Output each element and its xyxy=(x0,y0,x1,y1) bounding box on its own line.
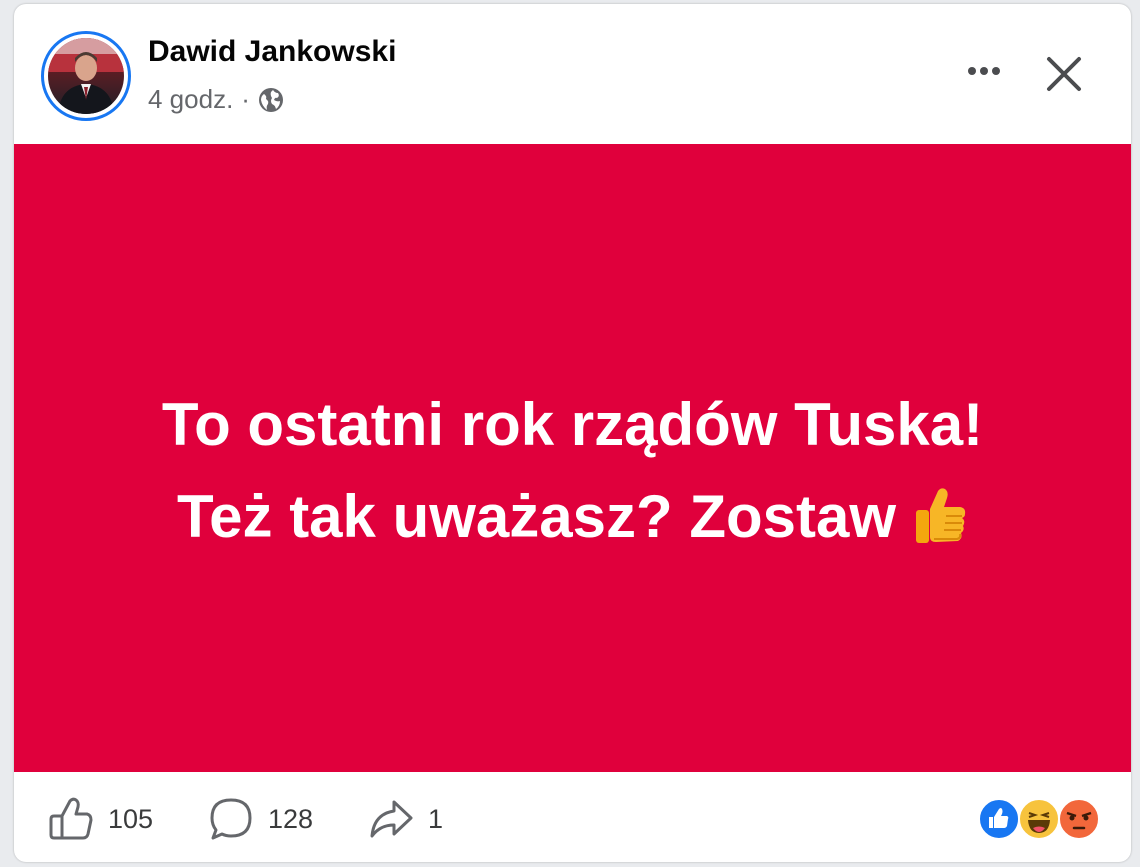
more-options-icon[interactable] xyxy=(964,56,1004,86)
post-footer: 105 128 1 xyxy=(14,772,1131,862)
post-text-line-1: To ostatni rok rządów Tuska! xyxy=(161,391,984,458)
post-header: Dawid Jankowski 4 godz. · xyxy=(14,4,1131,144)
comment-icon xyxy=(210,798,252,840)
share-icon xyxy=(370,800,413,838)
share-count: 1 xyxy=(428,803,444,834)
avatar-photo xyxy=(48,38,124,114)
comment-count: 128 xyxy=(268,803,314,834)
author-name[interactable]: Dawid Jankowski xyxy=(148,35,396,69)
post-text-line-2: Też tak uważasz? Zostaw xyxy=(176,483,897,550)
like-count: 105 xyxy=(108,803,154,834)
reactions-summary[interactable] xyxy=(978,798,1104,842)
thumbs-up-emoji xyxy=(910,483,968,547)
close-icon[interactable] xyxy=(1044,54,1084,94)
post-text-line-2-wrap: Też tak uważasz? Zostaw xyxy=(14,471,1131,563)
post-meta: 4 godz. · xyxy=(148,84,284,115)
like-icon xyxy=(49,797,93,840)
post-card: Dawid Jankowski 4 godz. · To ostatni rok… xyxy=(14,4,1131,862)
post-text: To ostatni rok rządów Tuska! Też tak uwa… xyxy=(14,379,1131,563)
post-time[interactable]: 4 godz. xyxy=(148,84,233,115)
post-image[interactable]: To ostatni rok rządów Tuska! Też tak uwa… xyxy=(14,144,1131,772)
reaction-angry-icon xyxy=(1058,798,1100,840)
comment-button[interactable]: 128 xyxy=(208,796,313,842)
reaction-like-icon xyxy=(978,798,1020,840)
avatar[interactable] xyxy=(41,31,131,121)
globe-icon[interactable] xyxy=(258,87,284,113)
share-button[interactable]: 1 xyxy=(368,796,443,842)
reaction-haha-icon xyxy=(1018,798,1060,840)
meta-separator: · xyxy=(241,84,250,114)
like-button[interactable]: 105 xyxy=(48,796,153,842)
